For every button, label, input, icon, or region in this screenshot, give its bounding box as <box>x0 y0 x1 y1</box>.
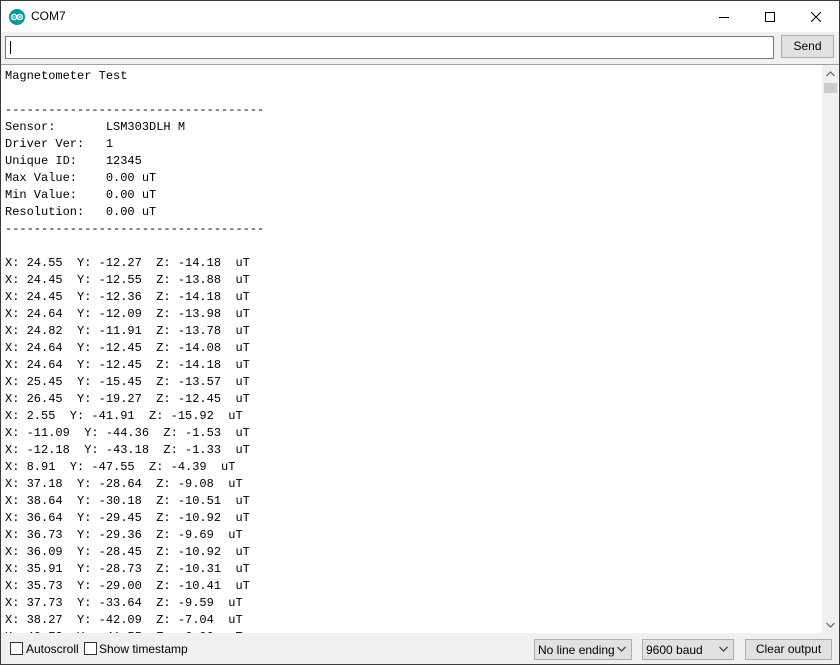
output-line: X: 24.64 Y: -12.45 Z: -14.08 uT <box>5 341 250 355</box>
show-timestamp-label[interactable]: Show timestamp <box>99 642 188 656</box>
output-line: X: 35.91 Y: -28.73 Z: -10.31 uT <box>5 562 250 576</box>
output-line: Magnetometer Test <box>5 69 128 83</box>
autoscroll-label[interactable]: Autoscroll <box>26 642 79 656</box>
clear-output-button[interactable]: Clear output <box>745 639 832 660</box>
close-button[interactable] <box>793 1 839 32</box>
serial-input-field[interactable] <box>5 36 774 59</box>
chevron-down-icon <box>719 646 728 652</box>
line-ending-select[interactable]: No line ending <box>534 639 632 660</box>
window-title: COM7 <box>31 9 66 23</box>
chevron-down-icon <box>826 622 835 628</box>
send-button[interactable]: Send <box>781 35 834 58</box>
output-line: X: -11.09 Y: -44.36 Z: -1.53 uT <box>5 426 250 440</box>
output-line: ------------------------------------ <box>5 103 265 117</box>
maximize-icon <box>765 11 775 22</box>
output-line: X: 2.55 Y: -41.91 Z: -15.92 uT <box>5 409 243 423</box>
send-row: Send <box>1 32 839 63</box>
output-line: Resolution: 0.00 uT <box>5 205 157 219</box>
output-line: X: 35.73 Y: -29.00 Z: -10.41 uT <box>5 579 250 593</box>
scroll-up-button[interactable] <box>822 65 839 82</box>
minimize-button[interactable] <box>701 1 747 32</box>
output-line: X: 37.73 Y: -33.64 Z: -9.59 uT <box>5 596 243 610</box>
output-line: Max Value: 0.00 uT <box>5 171 157 185</box>
output-line: X: -12.18 Y: -43.18 Z: -1.33 uT <box>5 443 250 457</box>
output-lines: Magnetometer Test -----------------------… <box>5 68 264 634</box>
scroll-down-button[interactable] <box>822 616 839 633</box>
output-line: X: 38.27 Y: -42.09 Z: -7.04 uT <box>5 613 243 627</box>
chevron-up-icon <box>826 70 835 76</box>
title-bar[interactable]: COM7 <box>1 1 839 32</box>
autoscroll-checkbox[interactable] <box>10 642 23 655</box>
output-line: X: 38.64 Y: -30.18 Z: -10.51 uT <box>5 494 250 508</box>
chevron-down-icon <box>617 646 626 652</box>
minimize-icon <box>719 16 729 18</box>
output-line: ------------------------------------ <box>5 222 265 236</box>
maximize-button[interactable] <box>747 1 793 32</box>
output-line: X: 25.45 Y: -15.45 Z: -13.57 uT <box>5 375 250 389</box>
serial-output-area[interactable]: Magnetometer Test -----------------------… <box>1 64 822 634</box>
output-line: Min Value: 0.00 uT <box>5 188 157 202</box>
output-line: X: 24.45 Y: -12.36 Z: -14.18 uT <box>5 290 250 304</box>
output-line: X: 24.64 Y: -12.45 Z: -14.18 uT <box>5 358 250 372</box>
line-ending-value: No line ending <box>538 643 615 657</box>
output-line: X: 24.64 Y: -12.09 Z: -13.98 uT <box>5 307 250 321</box>
output-line: X: 36.73 Y: -29.36 Z: -9.69 uT <box>5 528 243 542</box>
output-line: Sensor: LSM303DLH M <box>5 120 186 134</box>
output-line: X: 24.82 Y: -11.91 Z: -13.78 uT <box>5 324 250 338</box>
output-line: Driver Ver: 1 <box>5 137 114 151</box>
serial-monitor-window: COM7 Send Magnetometer Test -------------… <box>0 0 840 665</box>
bottom-toolbar: Autoscroll Show timestamp No line ending… <box>1 633 839 664</box>
show-timestamp-checkbox[interactable] <box>84 642 97 655</box>
close-icon <box>811 11 821 22</box>
baud-rate-select[interactable]: 9600 baud <box>642 639 734 660</box>
output-line: X: 24.55 Y: -12.27 Z: -14.18 uT <box>5 256 250 270</box>
output-line: X: 36.64 Y: -29.45 Z: -10.92 uT <box>5 511 250 525</box>
output-line: X: 26.45 Y: -19.27 Z: -12.45 uT <box>5 392 250 406</box>
output-line: X: 37.18 Y: -28.64 Z: -9.08 uT <box>5 477 243 491</box>
text-caret <box>10 41 11 54</box>
output-line: Unique ID: 12345 <box>5 154 142 168</box>
arduino-icon <box>9 9 25 25</box>
output-line: X: 24.45 Y: -12.55 Z: -13.88 uT <box>5 273 250 287</box>
output-line: X: 8.91 Y: -47.55 Z: -4.39 uT <box>5 460 236 474</box>
scroll-thumb[interactable] <box>824 83 837 93</box>
vertical-scrollbar[interactable] <box>822 64 839 633</box>
output-line: X: 36.09 Y: -28.45 Z: -10.92 uT <box>5 545 250 559</box>
baud-rate-value: 9600 baud <box>646 643 703 657</box>
